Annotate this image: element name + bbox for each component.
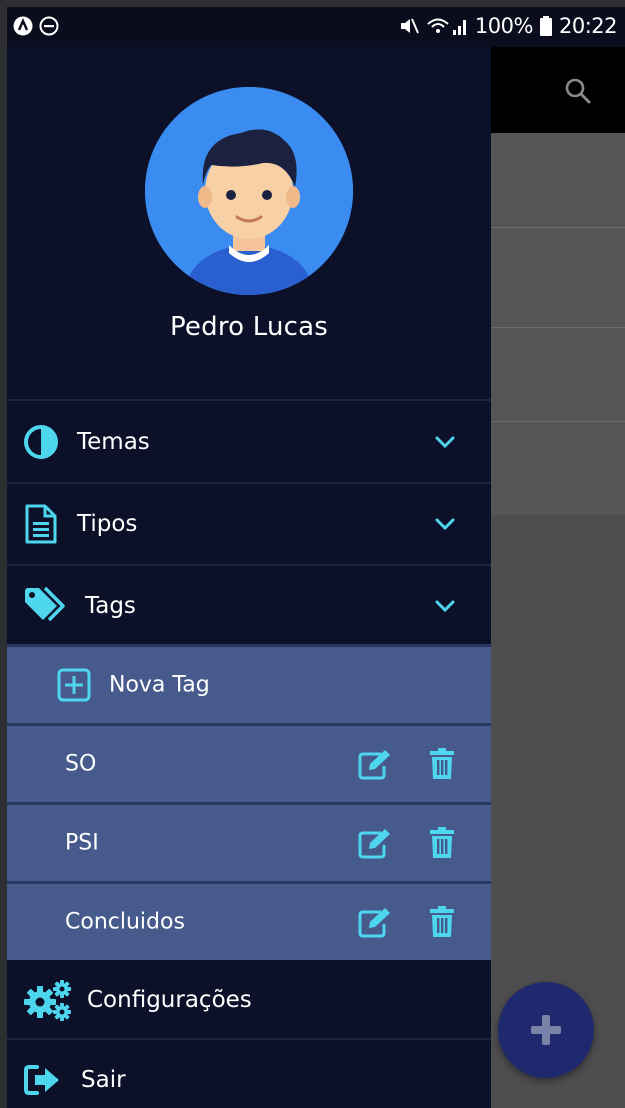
avatar[interactable] (145, 87, 353, 295)
do-not-disturb-icon (39, 16, 59, 36)
tag-item[interactable]: Concluidos (7, 884, 491, 960)
new-tag-label: Nova Tag (109, 672, 210, 698)
gears-icon (24, 980, 71, 1021)
battery-icon (539, 16, 552, 36)
new-tag-button[interactable]: Nova Tag (7, 647, 491, 723)
menu-item-sair[interactable]: Sair (7, 1040, 491, 1108)
battery-percent: 100% (474, 14, 534, 38)
mute-icon (400, 18, 419, 34)
wifi-signal-icon (427, 18, 466, 35)
menu-label: Temas (77, 429, 150, 455)
trash-icon[interactable] (429, 748, 455, 780)
edit-icon[interactable] (357, 906, 393, 938)
menu-label: Tags (85, 593, 136, 619)
chevron-down-icon (435, 436, 455, 449)
profile-header: Pedro Lucas (7, 47, 491, 399)
phone-screen: 100% 20:22 Pedro Lucas Temas Tipos Tags … (7, 7, 625, 1108)
document-icon (25, 504, 57, 544)
tags-icon (25, 586, 65, 622)
clock: 20:22 (558, 14, 618, 38)
menu-label: Sair (81, 1067, 126, 1093)
tag-label: PSI (65, 830, 99, 856)
chevron-down-icon (435, 600, 455, 613)
menu-item-configuracoes[interactable]: Configurações (7, 960, 491, 1040)
background-list (491, 133, 625, 515)
half-circle-icon (24, 425, 58, 459)
menu-item-temas[interactable]: Temas (7, 402, 491, 482)
app-bar (491, 47, 625, 133)
user-avatar-icon (145, 87, 353, 295)
user-name: Pedro Lucas (169, 312, 329, 342)
menu-label: Configurações (87, 987, 252, 1013)
tag-item[interactable]: SO (7, 726, 491, 802)
sign-out-icon (24, 1065, 59, 1095)
edit-icon[interactable] (357, 748, 393, 780)
navigation-drawer: Pedro Lucas Temas Tipos Tags Nova Tag SO… (7, 47, 491, 1108)
divider (7, 399, 491, 401)
search-icon[interactable] (564, 77, 592, 105)
add-fab-button[interactable] (498, 982, 594, 1078)
trash-icon[interactable] (429, 827, 455, 859)
plus-icon (531, 1015, 561, 1045)
chevron-down-icon (435, 518, 455, 531)
tag-item[interactable]: PSI (7, 805, 491, 881)
edit-icon[interactable] (357, 827, 393, 859)
menu-item-tipos[interactable]: Tipos (7, 484, 491, 564)
plus-square-icon (57, 668, 91, 702)
tag-label: SO (65, 751, 97, 777)
tag-label: Concluidos (65, 909, 185, 935)
app-notification-icon (13, 16, 33, 36)
trash-icon[interactable] (429, 906, 455, 938)
status-bar: 100% 20:22 (7, 7, 625, 47)
menu-item-tags[interactable]: Tags (7, 566, 491, 646)
menu-label: Tipos (77, 511, 138, 537)
